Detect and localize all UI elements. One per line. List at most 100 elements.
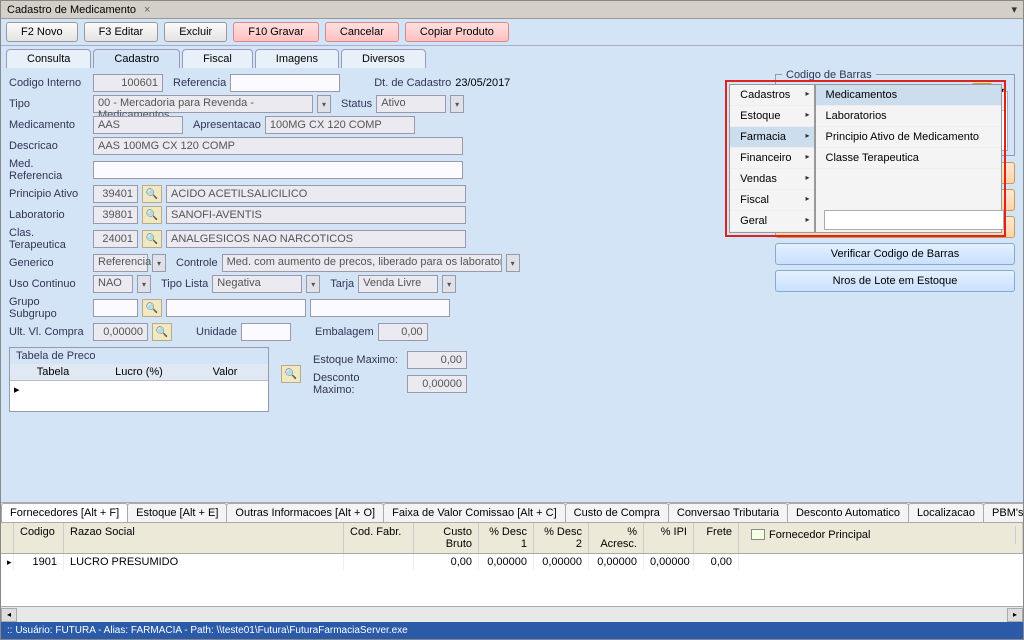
scroll-left-icon[interactable]: ◂ [1,608,17,622]
nros-lote-button[interactable]: Nros de Lote em Estoque [775,270,1015,292]
status-select[interactable]: Ativo [376,95,446,113]
btab-outras[interactable]: Outras Informacoes [Alt + O] [226,503,384,522]
col-cod-fabr[interactable]: Cod. Fabr. [344,523,414,553]
tab-fiscal[interactable]: Fiscal [182,49,253,68]
btab-fornecedores[interactable]: Fornecedores [Alt + F] [1,503,128,522]
med-ref-input[interactable] [93,161,463,179]
ult-compra-input[interactable] [93,323,148,341]
estoque-max-input[interactable] [407,351,467,369]
cancelar-button[interactable]: Cancelar [325,22,399,42]
col-razao[interactable]: Razao Social [64,523,344,553]
menu-vendas[interactable]: Vendas▸ [730,169,813,190]
col-acresc[interactable]: % Acresc. [589,523,644,553]
controle-select[interactable]: Med. com aumento de precos, liberado par… [222,254,502,272]
unidade-input[interactable] [241,323,291,341]
fornecedor-principal-check[interactable]: Fornecedor Principal [745,526,1016,544]
ult-compra-search-icon[interactable]: 🔍 [152,323,172,341]
col-valor[interactable]: Valor [182,364,268,380]
gravar-button[interactable]: F10 Gravar [233,22,319,42]
col-ipi[interactable]: % IPI [644,523,694,553]
menu-farmacia[interactable]: Farmacia▸ [730,127,813,148]
scroll-right-icon[interactable]: ▸ [1007,608,1023,622]
principio-search-icon[interactable]: 🔍 [142,185,162,203]
codigo-interno-input[interactable] [93,74,163,92]
controle-dropdown-icon[interactable]: ▾ [506,254,520,272]
desconto-max-label: Desconto Maximo: [313,372,403,396]
checkbox-icon[interactable] [751,529,765,540]
menu-geral[interactable]: Geral▸ [730,211,813,232]
titlebar: Cadastro de Medicamento × ▾ [1,1,1023,19]
menu-cadastros[interactable]: Cadastros▸ [730,85,813,106]
col-desc2[interactable]: % Desc 2 [534,523,589,553]
col-frete[interactable]: Frete [694,523,739,553]
tipo-lista-dropdown-icon[interactable]: ▾ [306,275,320,293]
laboratorio-search-icon[interactable]: 🔍 [142,206,162,224]
apresentacao-input[interactable] [265,116,415,134]
grupo-input[interactable] [166,299,306,317]
grupo-search-icon[interactable]: 🔍 [142,299,162,317]
referencia-input[interactable] [230,74,340,92]
principio-cod-input[interactable] [93,185,138,203]
laboratorio-cod-input[interactable] [93,206,138,224]
grupo-label: Grupo Subgrupo [9,296,89,320]
uso-continuo-label: Uso Continuo [9,278,89,290]
submenu-medicamentos[interactable]: Medicamentos [816,85,1001,106]
col-tabela[interactable]: Tabela [10,364,96,380]
cell-custo: 0,00 [414,554,479,570]
clas-cod-input[interactable] [93,230,138,248]
table-row[interactable]: 1901 LUCRO PRESUMIDO 0,00 0,00000 0,0000… [1,554,1023,570]
tab-close-icon[interactable]: × [144,4,150,16]
tarja-dropdown-icon[interactable]: ▾ [442,275,456,293]
btab-conversao[interactable]: Conversao Tributaria [668,503,788,522]
col-codigo[interactable]: Codigo [14,523,64,553]
generico-dropdown-icon[interactable]: ▾ [152,254,166,272]
menu-estoque[interactable]: Estoque▸ [730,106,813,127]
tipo-select[interactable]: 00 - Mercadoria para Revenda - Medicamen… [93,95,313,113]
fornecedores-grid[interactable]: Codigo Razao Social Cod. Fabr. Custo Bru… [1,522,1023,607]
medicamento-label: Medicamento [9,119,89,131]
subgrupo-input[interactable] [310,299,450,317]
btab-faixa[interactable]: Faixa de Valor Comissao [Alt + C] [383,503,566,522]
tab-imagens[interactable]: Imagens [255,49,339,68]
col-custo[interactable]: Custo Bruto [414,523,479,553]
embalagem-input[interactable] [378,323,428,341]
editar-button[interactable]: F3 Editar [84,22,159,42]
search-panel[interactable] [824,210,1004,230]
col-desc1[interactable]: % Desc 1 [479,523,534,553]
excluir-button[interactable]: Excluir [164,22,227,42]
tab-diversos[interactable]: Diversos [341,49,426,68]
desconto-max-input[interactable] [407,375,467,393]
menu-financeiro[interactable]: Financeiro▸ [730,148,813,169]
generico-select[interactable]: Referencia [93,254,148,272]
horizontal-scrollbar[interactable]: ◂ ▸ [1,606,1023,622]
descricao-input[interactable] [93,137,463,155]
tabela-preco-panel: Tabela de Preco Tabela Lucro (%) Valor ▸ [9,347,269,412]
submenu-principio-ativo[interactable]: Principio Ativo de Medicamento [816,127,1001,148]
btab-desconto[interactable]: Desconto Automatico [787,503,909,522]
grupo-cod-input[interactable] [93,299,138,317]
col-lucro[interactable]: Lucro (%) [96,364,182,380]
novo-button[interactable]: F2 Novo [6,22,78,42]
uso-continuo-dropdown-icon[interactable]: ▾ [137,275,151,293]
menu-fiscal[interactable]: Fiscal▸ [730,190,813,211]
submenu-laboratorios[interactable]: Laboratorios [816,106,1001,127]
btab-localizacao[interactable]: Localizacao [908,503,984,522]
menu-dropdown-icon[interactable]: ▾ [1011,3,1017,16]
btab-custo[interactable]: Custo de Compra [565,503,669,522]
medicamento-input[interactable] [93,116,183,134]
clas-search-icon[interactable]: 🔍 [142,230,162,248]
tab-consulta[interactable]: Consulta [6,49,91,68]
tipo-dropdown-icon[interactable]: ▾ [317,95,331,113]
copiar-button[interactable]: Copiar Produto [405,22,509,42]
tarja-select[interactable]: Venda Livre [358,275,438,293]
tabela-search-icon[interactable]: 🔍 [281,365,301,383]
btab-estoque[interactable]: Estoque [Alt + E] [127,503,227,522]
codigo-interno-label: Codigo Interno [9,77,89,89]
tipo-lista-select[interactable]: Negativa [212,275,302,293]
btab-pbm[interactable]: PBM's [983,503,1023,522]
uso-continuo-select[interactable]: NAO [93,275,133,293]
submenu-classe-terapeutica[interactable]: Classe Terapeutica [816,148,1001,169]
tab-cadastro[interactable]: Cadastro [93,49,180,68]
verificar-codigo-button[interactable]: Verificar Codigo de Barras [775,243,1015,265]
status-dropdown-icon[interactable]: ▾ [450,95,464,113]
